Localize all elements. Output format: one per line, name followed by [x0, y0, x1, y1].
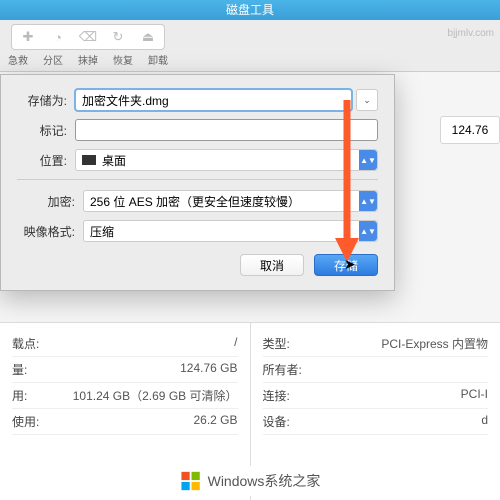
cancel-button[interactable]: 取消 — [240, 254, 304, 276]
toolbar-label-1: 急救 — [8, 52, 28, 67]
window-title: 磁盘工具 — [0, 0, 500, 20]
info-val: 124.76 GB — [180, 361, 237, 378]
toolbar-label-3: 抹掉 — [78, 52, 98, 67]
expand-button[interactable]: ⌄ — [356, 89, 378, 111]
info-key: 用: — [12, 387, 27, 404]
erase-icon[interactable]: ⌫ — [74, 27, 102, 47]
save-as-input[interactable] — [75, 89, 352, 111]
windows-icon — [180, 470, 202, 492]
separator — [17, 179, 378, 180]
toolbar-label-4: 恢复 — [113, 52, 133, 67]
info-key: 所有者: — [263, 361, 302, 378]
footer-logo: Windows系统之家 — [166, 466, 335, 496]
info-key: 载点: — [12, 335, 39, 352]
tags-input[interactable] — [75, 119, 378, 141]
encryption-value: 256 位 AES 加密（更安全但速度较慢） — [90, 193, 300, 210]
info-key: 设备: — [263, 413, 290, 430]
chevron-updown-icon: ▲▼ — [359, 191, 377, 211]
format-value: 压缩 — [90, 223, 114, 240]
capacity-box: 124.76 — [440, 116, 500, 144]
info-val: / — [234, 335, 237, 352]
chevron-updown-icon: ▲▼ — [359, 150, 377, 170]
info-val: PCI-Express 内置物 — [381, 335, 488, 352]
partition-icon[interactable]: ◔ — [44, 27, 72, 47]
save-dialog: 存储为: ⌄ 标记: 位置: 桌面 ▲▼ 加密: 256 位 AES 加密（更安… — [0, 74, 395, 291]
location-select[interactable]: 桌面 ▲▼ — [75, 149, 378, 171]
format-select[interactable]: 压缩 ▲▼ — [83, 220, 378, 242]
format-label: 映像格式: — [17, 223, 75, 240]
toolbar-label-5: 卸载 — [148, 52, 168, 67]
desktop-icon — [82, 155, 96, 165]
save-as-label: 存储为: — [17, 92, 67, 109]
info-key: 连接: — [263, 387, 290, 404]
chevron-updown-icon: ▲▼ — [359, 221, 377, 241]
info-key: 类型: — [263, 335, 290, 352]
location-label: 位置: — [17, 152, 67, 169]
first-aid-icon[interactable]: ✚ — [14, 27, 42, 47]
footer-text: Windows系统之家 — [208, 471, 321, 491]
info-val: PCI-I — [461, 387, 488, 404]
info-val: d — [481, 413, 488, 430]
unmount-icon[interactable]: ⏏ — [134, 27, 162, 47]
encryption-label: 加密: — [17, 193, 75, 210]
encryption-select[interactable]: 256 位 AES 加密（更安全但速度较慢） ▲▼ — [83, 190, 378, 212]
toolbar: ✚ ◔ ⌫ ↻ ⏏ 急救 分区 抹掉 恢复 卸载 — [0, 20, 500, 72]
location-value: 桌面 — [102, 152, 126, 169]
toolbar-label-2: 分区 — [43, 52, 63, 67]
info-key: 量: — [12, 361, 27, 378]
restore-icon[interactable]: ↻ — [104, 27, 132, 47]
watermark-text: bjjmlv.com — [448, 28, 494, 39]
info-val: 26.2 GB — [193, 413, 237, 430]
tags-label: 标记: — [17, 122, 67, 139]
save-button[interactable]: 存储 — [314, 254, 378, 276]
info-val: 101.24 GB（2.69 GB 可清除） — [73, 387, 238, 404]
info-key: 使用: — [12, 413, 39, 430]
